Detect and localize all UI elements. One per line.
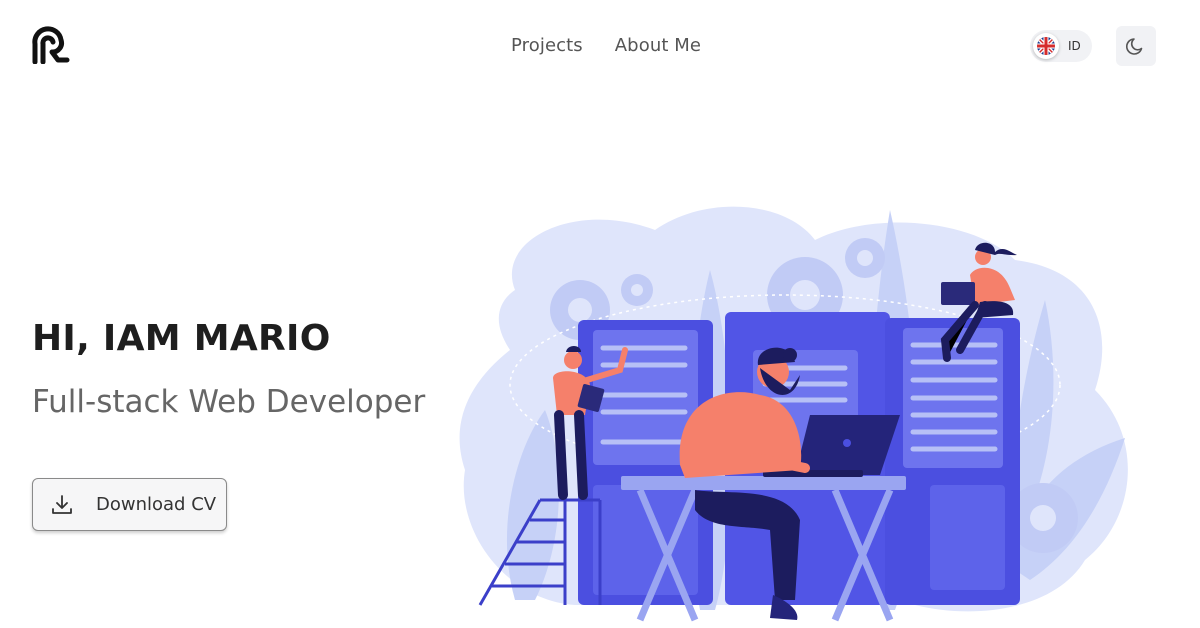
language-toggle[interactable]: ID: [1030, 30, 1092, 62]
developer-server-room-illustration: [459, 206, 1128, 622]
hero-subtitle: Full-stack Web Developer: [32, 384, 426, 420]
nav-about-me[interactable]: About Me: [615, 35, 701, 56]
hero-title: HI, IAM MARIO: [32, 318, 331, 359]
moon-icon: [1125, 38, 1143, 55]
theme-toggle-button[interactable]: [1116, 26, 1156, 66]
download-cv-label: Download CV: [96, 494, 217, 515]
site-header: Projects About Me ID: [0, 0, 1200, 92]
main-nav: Projects About Me: [511, 35, 701, 56]
uk-flag-icon: [1033, 33, 1059, 59]
download-icon: [52, 494, 72, 514]
re-logo-icon[interactable]: [30, 26, 70, 64]
nav-projects[interactable]: Projects: [511, 35, 583, 56]
language-label: ID: [1068, 39, 1081, 53]
download-cv-button[interactable]: Download CV: [32, 478, 227, 531]
